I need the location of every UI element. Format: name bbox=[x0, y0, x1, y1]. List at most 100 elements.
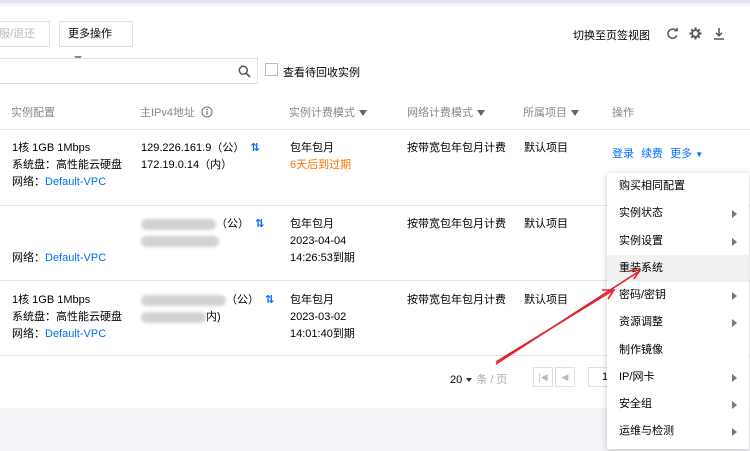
menu-item-label: 制作镜像 bbox=[619, 344, 663, 356]
config-network: 网络：Default-VPC bbox=[12, 174, 122, 191]
prev-page-icon: ◀ bbox=[561, 372, 569, 382]
menu-item-reinstall-system[interactable]: 重装系统 bbox=[607, 255, 749, 282]
recycle-checkbox[interactable] bbox=[265, 63, 278, 76]
billing-mode: 包年包月 bbox=[290, 218, 334, 230]
first-page-icon: |◀ bbox=[538, 372, 548, 382]
menu-item-buy-same-config[interactable]: 购买相同配置 bbox=[607, 173, 749, 200]
menu-item-label: 购买相同配置 bbox=[619, 180, 685, 192]
config-spec: 1核 1GB 1Mbps bbox=[12, 294, 91, 306]
menu-item-resource-adjust[interactable]: 资源调整 bbox=[607, 309, 749, 336]
column-project-label: 所属项目 bbox=[523, 107, 567, 119]
menu-item-ip-nic[interactable]: IP/网卡 bbox=[607, 364, 749, 391]
switch-view-link[interactable]: 切换至页签视图 bbox=[573, 27, 650, 43]
redacted-ip bbox=[141, 294, 226, 306]
redacted-ip bbox=[141, 218, 216, 230]
config-spec: 1核 1GB 1Mbps bbox=[12, 142, 91, 154]
download-icon[interactable] bbox=[713, 27, 725, 40]
page-size-select[interactable]: 20 条 / 页 bbox=[450, 371, 507, 387]
network-billing-cell: 按带宽包年包月计费 bbox=[407, 142, 506, 154]
project-cell: 默认项目 bbox=[524, 218, 568, 230]
top-strip bbox=[0, 0, 750, 3]
project-cell: 默认项目 bbox=[524, 142, 568, 154]
search-input[interactable] bbox=[0, 58, 258, 84]
recycle-checkbox-label: 查看待回收实例 bbox=[283, 67, 360, 79]
swap-ip-icon[interactable]: ⇅ bbox=[250, 140, 259, 157]
config-disk: 系统盘：高性能云硬盘 bbox=[12, 159, 122, 171]
filter-icon[interactable] bbox=[477, 110, 485, 117]
first-page-button[interactable]: |◀ bbox=[533, 367, 553, 387]
network-link[interactable]: Default-VPC bbox=[45, 328, 106, 340]
filter-icon[interactable] bbox=[359, 110, 367, 117]
menu-item-password-key[interactable]: 密码/密钥 bbox=[607, 282, 749, 309]
network-link[interactable]: Default-VPC bbox=[45, 176, 106, 188]
billing-expiry-warning: 6天后到过期 bbox=[290, 159, 352, 171]
config-cell: 1核 1GB 1Mbps 系统盘：高性能云硬盘 网络：Default-VPC bbox=[12, 140, 122, 191]
menu-item-security-group[interactable]: 安全组 bbox=[607, 391, 749, 418]
page-size-value: 20 bbox=[450, 374, 463, 386]
redacted-ip bbox=[141, 311, 206, 323]
ip-private bbox=[141, 233, 264, 250]
menu-item-instance-settings[interactable]: 实例设置 bbox=[607, 228, 749, 255]
ip-cell: 129.226.161.9（公） ⇅ 172.19.0.14（内） bbox=[141, 140, 260, 174]
config-cell: 1核 1GB 1Mbps 系统盘：高性能云硬盘 网络：Default-VPC bbox=[12, 292, 122, 343]
more-link-label: 更多 bbox=[670, 148, 693, 160]
chevron-right-icon bbox=[732, 210, 737, 218]
config-network: 网络：Default-VPC bbox=[12, 326, 122, 343]
billing-date: 2023-04-04 bbox=[290, 235, 347, 247]
more-link[interactable]: 更多 ▼ bbox=[670, 148, 703, 160]
chevron-right-icon bbox=[732, 238, 737, 246]
menu-item-ops-monitoring[interactable]: 运维与检测 bbox=[607, 418, 749, 445]
filter-icon[interactable] bbox=[571, 110, 579, 117]
ip-private: 172.19.0.14（内） bbox=[141, 159, 233, 171]
more-actions-label: 更多操作 bbox=[68, 28, 112, 40]
renew-link[interactable]: 续费 bbox=[641, 148, 663, 160]
chevron-right-icon bbox=[732, 401, 737, 409]
prev-page-button[interactable]: ◀ bbox=[555, 367, 575, 387]
ip-cell: （公） ⇅ bbox=[141, 216, 264, 250]
chevron-right-icon bbox=[732, 374, 737, 382]
column-ipv4-label: 主IPv4地址 bbox=[140, 107, 196, 119]
billing-date: 2023-03-02 bbox=[290, 311, 347, 323]
config-network: 网络：Default-VPC bbox=[12, 250, 106, 267]
billing-mode: 包年包月 bbox=[290, 294, 334, 306]
swap-ip-icon[interactable]: ⇅ bbox=[265, 292, 274, 309]
network-billing-cell: 按带宽包年包月计费 bbox=[407, 294, 506, 306]
network-label: 网络： bbox=[12, 252, 45, 264]
partial-action-button[interactable]: 服/退还 bbox=[0, 21, 50, 47]
column-ipv4: 主IPv4地址 bbox=[140, 104, 213, 120]
chevron-right-icon bbox=[732, 292, 737, 300]
billing-expire: 14:01:40到期 bbox=[290, 328, 355, 340]
more-actions-button[interactable]: 更多操作 bbox=[59, 21, 133, 61]
network-billing-cell: 按带宽包年包月计费 bbox=[407, 218, 506, 230]
ip-private: 内) bbox=[141, 309, 274, 326]
column-config: 实例配置 bbox=[11, 107, 55, 119]
column-billing[interactable]: 实例计费模式 bbox=[289, 104, 367, 120]
chevron-right-icon bbox=[732, 319, 737, 327]
ip-public: （公） ⇅ bbox=[141, 292, 274, 309]
gear-icon[interactable] bbox=[689, 27, 702, 40]
info-icon[interactable] bbox=[201, 106, 213, 118]
column-billing-label: 实例计费模式 bbox=[289, 107, 355, 119]
search-icon[interactable] bbox=[238, 65, 251, 78]
column-network-billing[interactable]: 网络计费模式 bbox=[407, 104, 485, 120]
swap-ip-icon[interactable]: ⇅ bbox=[255, 216, 264, 233]
menu-item-label: 实例设置 bbox=[619, 235, 663, 247]
ip-public-value: 129.226.161.9（公） bbox=[141, 142, 245, 154]
menu-item-label: 资源调整 bbox=[619, 316, 663, 328]
column-project[interactable]: 所属项目 bbox=[523, 104, 579, 120]
billing-expire: 14:26:53到期 bbox=[290, 252, 355, 264]
refresh-icon[interactable] bbox=[666, 27, 679, 40]
network-label: 网络： bbox=[12, 328, 45, 340]
caret-down-icon: ▼ bbox=[695, 150, 704, 159]
config-cell: 网络：Default-VPC bbox=[12, 250, 106, 267]
ip-public-suffix: （公） bbox=[226, 294, 259, 306]
login-link[interactable]: 登录 bbox=[612, 148, 634, 160]
menu-item-create-image[interactable]: 制作镜像 bbox=[607, 337, 749, 364]
billing-mode: 包年包月 bbox=[290, 142, 334, 154]
network-link[interactable]: Default-VPC bbox=[45, 252, 106, 264]
billing-cell: 包年包月 6天后到过期 bbox=[290, 140, 351, 174]
redacted-ip bbox=[141, 235, 219, 247]
ip-public-suffix: （公） bbox=[216, 218, 249, 230]
network-label: 网络： bbox=[12, 176, 45, 188]
menu-item-instance-status[interactable]: 实例状态 bbox=[607, 200, 749, 227]
